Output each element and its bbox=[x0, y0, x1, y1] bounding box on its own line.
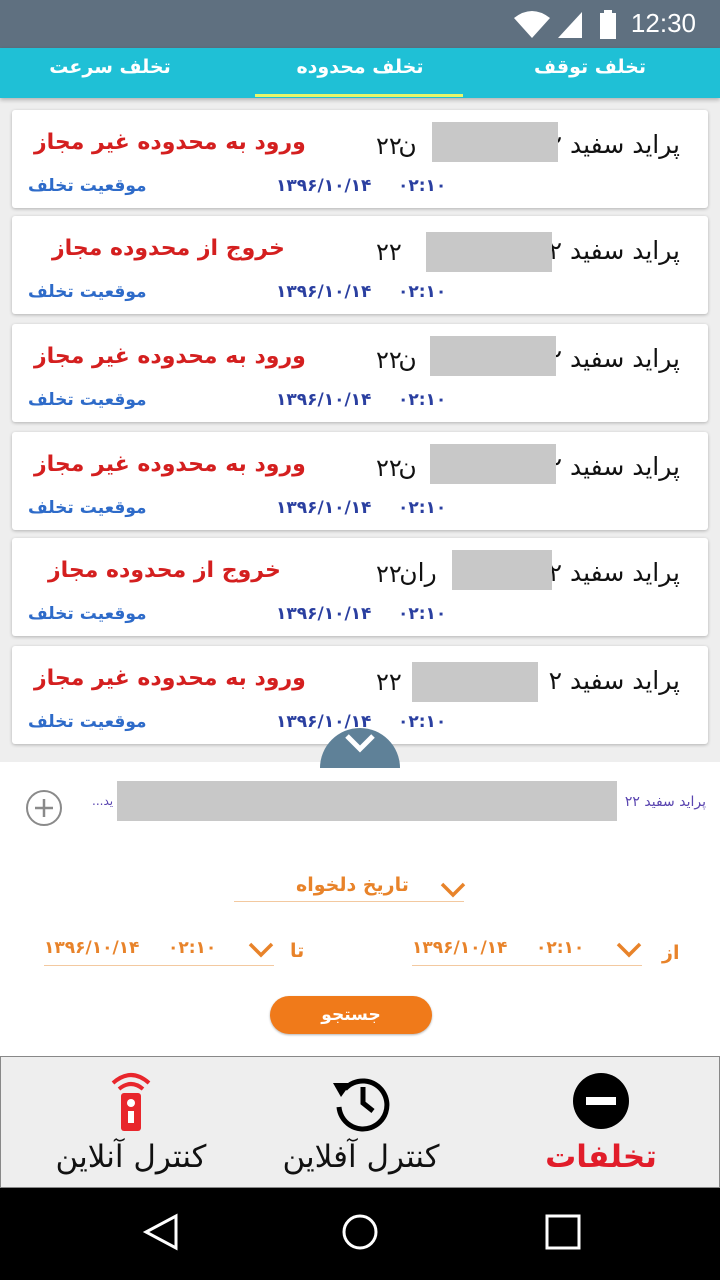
violation-time: ۰۲:۱۰ bbox=[398, 498, 447, 518]
plus-icon bbox=[35, 799, 53, 817]
location-link[interactable]: موقعیت تخلف bbox=[28, 498, 147, 518]
from-time: ۰۲:۱۰ bbox=[536, 938, 585, 958]
violation-date: ۱۳۹۶/۱۰/۱۴ bbox=[276, 604, 372, 624]
location-link[interactable]: موقعیت تخلف bbox=[28, 390, 147, 410]
plate-number: ۲۲ bbox=[376, 560, 402, 588]
redacted-plate bbox=[432, 122, 558, 162]
violation-date: ۱۳۹۶/۱۰/۱۴ bbox=[276, 176, 372, 196]
battery-icon bbox=[600, 10, 616, 39]
to-datetime-field[interactable]: ۱۳۹۶/۱۰/۱۴ ۰۲:۱۰ bbox=[44, 932, 274, 966]
chevron-down-icon bbox=[248, 942, 274, 958]
nav-offline-label: کنترل آفلاین bbox=[282, 1139, 440, 1175]
location-link[interactable]: موقعیت تخلف bbox=[28, 712, 147, 732]
location-link[interactable]: موقعیت تخلف bbox=[28, 604, 147, 624]
event-type: خروج از محدوده مجاز bbox=[48, 558, 281, 583]
violation-date: ۱۳۹۶/۱۰/۱۴ bbox=[276, 498, 372, 518]
event-type: ورود به محدوده غیر مجاز bbox=[34, 344, 306, 369]
from-label: از bbox=[662, 942, 680, 964]
violation-card[interactable]: پراید سفید ۲ ن ۲۲ ورود به محدوده غیر مجا… bbox=[12, 110, 708, 208]
redacted-plate bbox=[426, 232, 552, 272]
violation-date: ۱۳۹۶/۱۰/۱۴ bbox=[276, 390, 372, 410]
nav-online-control[interactable]: کنترل آنلاین bbox=[11, 1057, 251, 1189]
active-tab-indicator bbox=[255, 94, 463, 97]
selected-vehicle[interactable]: پراید سفید ۲۲ bbox=[625, 794, 706, 810]
from-date: ۱۳۹۶/۱۰/۱۴ bbox=[412, 938, 508, 958]
status-bar: 12:30 bbox=[0, 0, 720, 48]
violation-card[interactable]: پراید سفید ۲ ن ۲۲ ورود به محدوده غیر مجا… bbox=[12, 432, 708, 530]
collapse-panel-button[interactable] bbox=[320, 728, 400, 768]
home-icon[interactable] bbox=[340, 1212, 380, 1252]
remote-signal-icon bbox=[111, 1073, 151, 1131]
redacted-plate bbox=[430, 336, 556, 376]
date-range-label: تاریخ دلخواه bbox=[296, 874, 409, 896]
violation-time: ۰۲:۱۰ bbox=[398, 712, 447, 732]
plate-number: ۲۲ bbox=[376, 346, 402, 374]
back-icon[interactable] bbox=[140, 1212, 180, 1252]
from-datetime-field[interactable]: ۱۳۹۶/۱۰/۱۴ ۰۲:۱۰ bbox=[412, 932, 642, 966]
plate-number: ۲۲ bbox=[376, 668, 402, 696]
nav-violations[interactable]: تخلفات bbox=[481, 1057, 720, 1189]
chevron-down-icon bbox=[616, 942, 642, 958]
to-date: ۱۳۹۶/۱۰/۱۴ bbox=[44, 938, 140, 958]
tab-bar: تخلف توقف تخلف محدوده تخلف سرعت bbox=[0, 48, 720, 98]
clock: 12:30 bbox=[630, 8, 696, 38]
system-navigation-bar bbox=[0, 1188, 720, 1280]
nav-online-label: کنترل آنلاین bbox=[55, 1139, 207, 1175]
redacted-vehicle-list bbox=[117, 781, 617, 821]
event-type: ورود به محدوده غیر مجاز bbox=[34, 666, 306, 691]
filter-panel: پراید سفید ۲۲ ...ید تاریخ دلخواه از ۱۳۹۶… bbox=[0, 762, 720, 1056]
event-type: خروج از محدوده مجاز bbox=[52, 236, 285, 261]
minus-circle-icon bbox=[573, 1073, 629, 1129]
bottom-navigation: تخلفات کنترل آفلاین کنترل آنلاین bbox=[0, 1056, 720, 1188]
event-type: ورود به محدوده غیر مجاز bbox=[34, 452, 306, 477]
location-link[interactable]: موقعیت تخلف bbox=[28, 282, 147, 302]
to-time: ۰۲:۱۰ bbox=[168, 938, 217, 958]
nav-offline-control[interactable]: کنترل آفلاین bbox=[241, 1057, 481, 1189]
violation-time: ۰۲:۱۰ bbox=[398, 176, 447, 196]
location-link[interactable]: موقعیت تخلف bbox=[28, 176, 147, 196]
chevron-down-icon bbox=[345, 734, 375, 753]
tab-stop-violation[interactable]: تخلف توقف bbox=[500, 56, 680, 78]
violation-list[interactable]: پراید سفید ۲ ن ۲۲ ورود به محدوده غیر مجا… bbox=[0, 98, 720, 762]
violation-time: ۰۲:۱۰ bbox=[398, 390, 447, 410]
redacted-plate bbox=[412, 662, 538, 702]
tab-area-violation[interactable]: تخلف محدوده bbox=[258, 56, 462, 78]
plate-number: ۲۲ bbox=[376, 454, 402, 482]
plate-number: ۲۲ bbox=[376, 238, 402, 266]
plate-number: ۲۲ bbox=[376, 132, 402, 160]
to-label: تا bbox=[290, 940, 305, 962]
date-range-select[interactable]: تاریخ دلخواه bbox=[234, 870, 466, 902]
violation-date: ۱۳۹۶/۱۰/۱۴ bbox=[276, 282, 372, 302]
signal-icon bbox=[558, 12, 582, 38]
history-icon bbox=[333, 1078, 390, 1132]
add-vehicle-button[interactable] bbox=[26, 790, 62, 826]
redacted-plate bbox=[452, 550, 552, 590]
violation-card[interactable]: پراید سفید ۲ ۲۲ خروج از محدوده مجاز ۰۲:۱… bbox=[12, 216, 708, 314]
violation-time: ۰۲:۱۰ bbox=[398, 604, 447, 624]
tab-speed-violation[interactable]: تخلف سرعت bbox=[30, 56, 190, 78]
wifi-icon bbox=[514, 11, 550, 38]
nav-violations-label: تخلفات bbox=[545, 1139, 657, 1175]
event-type: ورود به محدوده غیر مجاز bbox=[34, 130, 306, 155]
violation-card[interactable]: پراید سفید ۲ ن ۲۲ ورود به محدوده غیر مجا… bbox=[12, 324, 708, 422]
chevron-down-icon bbox=[440, 882, 466, 898]
search-button[interactable]: جستجو bbox=[270, 996, 432, 1034]
redacted-plate bbox=[430, 444, 556, 484]
selected-vehicle-ellipsis: ...ید bbox=[92, 794, 114, 808]
violation-time: ۰۲:۱۰ bbox=[398, 282, 447, 302]
violation-card[interactable]: پراید سفید ۲ ران ۲۲ خروج از محدوده مجاز … bbox=[12, 538, 708, 636]
recents-icon[interactable] bbox=[543, 1212, 583, 1252]
